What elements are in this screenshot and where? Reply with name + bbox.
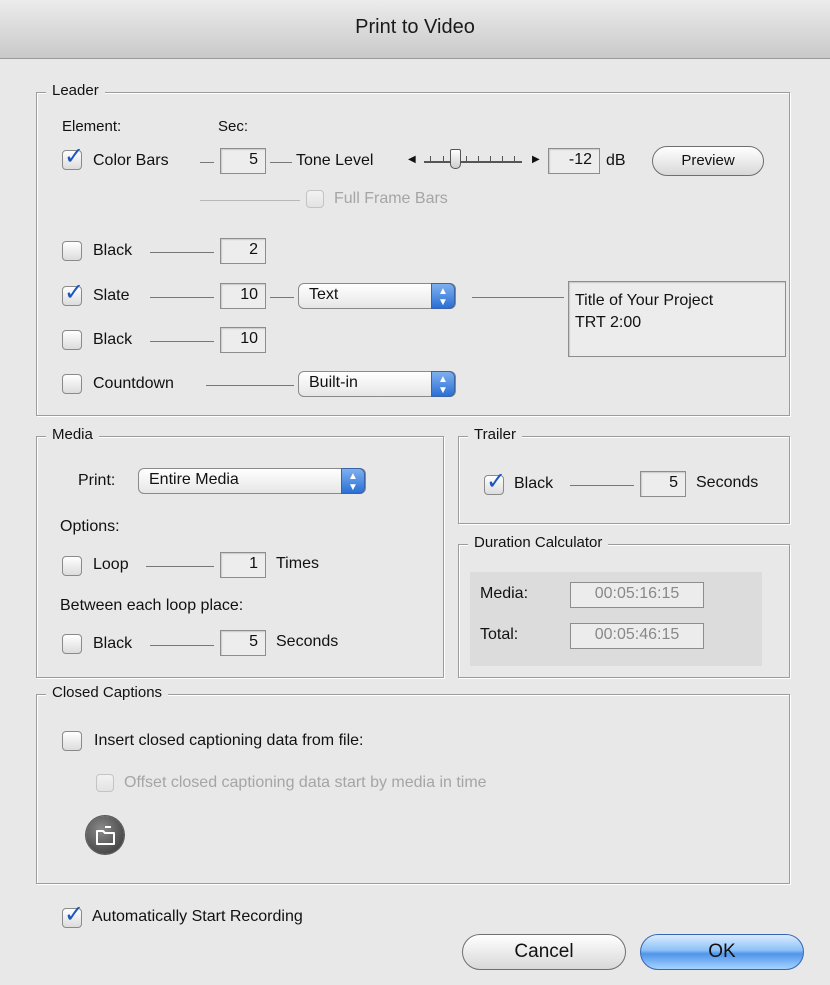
black2-checkbox[interactable] <box>62 330 82 350</box>
connector-line <box>150 252 214 253</box>
ok-button[interactable]: OK <box>640 934 804 970</box>
print-value: Entire Media <box>149 471 239 488</box>
cancel-button[interactable]: Cancel <box>462 934 626 970</box>
connector-line <box>570 485 634 486</box>
connector-line <box>146 566 214 567</box>
offset-captions-label: Offset closed captioning data start by m… <box>124 774 487 791</box>
ok-button-label: OK <box>708 941 736 962</box>
print-popup[interactable]: Entire Media ▲ ▼ <box>138 468 366 494</box>
black1-seconds-field[interactable]: 2 <box>220 238 266 264</box>
trailer-black-label: Black <box>514 475 554 492</box>
tone-level-slider[interactable]: ◀ ▶ <box>408 146 542 176</box>
popup-arrows-icon: ▲ ▼ <box>341 468 365 494</box>
slate-seconds-field[interactable]: 10 <box>220 283 266 309</box>
media-legend: Media <box>46 426 99 443</box>
sec-header: Sec: <box>218 118 249 135</box>
slate-text-line2: TRT 2:00 <box>575 314 642 331</box>
black1-checkbox[interactable] <box>62 241 82 261</box>
loop-label: Loop <box>93 556 129 573</box>
media-black-unit: Seconds <box>276 633 339 650</box>
between-loop-label: Between each loop place: <box>60 597 244 614</box>
media-black-seconds-field[interactable]: 5 <box>220 630 266 656</box>
connector-line <box>200 200 300 201</box>
print-label: Print: <box>78 472 116 489</box>
cancel-button-label: Cancel <box>514 941 574 962</box>
connector-line <box>150 645 214 646</box>
checkmark-icon: ✓ <box>64 143 85 170</box>
slate-label: Slate <box>93 287 130 304</box>
preview-button-label: Preview <box>681 152 735 169</box>
connector-line <box>150 297 214 298</box>
popup-arrows-icon: ▲ ▼ <box>431 283 455 309</box>
checkmark-icon: ✓ <box>64 279 85 306</box>
slider-right-arrow-icon: ▶ <box>532 154 540 165</box>
loop-checkbox[interactable] <box>62 556 82 576</box>
trailer-black-seconds-field[interactable]: 5 <box>640 471 686 497</box>
color-bars-label: Color Bars <box>93 152 169 169</box>
tone-level-label: Tone Level <box>296 152 374 169</box>
duration-total-label: Total: <box>480 626 519 643</box>
loop-times-field[interactable]: 1 <box>220 552 266 578</box>
trailer-black-checkbox[interactable]: ✓ <box>484 470 506 495</box>
tone-level-unit: dB <box>606 152 626 169</box>
slate-source-value: Text <box>309 286 339 303</box>
trailer-black-unit: Seconds <box>696 474 759 491</box>
black1-label: Black <box>93 242 133 259</box>
connector-line <box>270 162 292 163</box>
offset-captions-checkbox[interactable] <box>96 774 114 792</box>
trailer-legend: Trailer <box>468 426 522 443</box>
captions-legend: Closed Captions <box>46 684 169 701</box>
options-label: Options: <box>60 518 120 535</box>
duration-media-field: 00:05:16:15 <box>570 582 704 608</box>
connector-line <box>200 162 214 163</box>
leader-group <box>36 92 790 416</box>
media-black-checkbox[interactable] <box>62 634 82 654</box>
window-title: Print to Video <box>355 16 475 38</box>
slate-source-popup[interactable]: Text ▲ ▼ <box>298 283 456 309</box>
connector-line <box>270 297 294 298</box>
media-black-label: Black <box>93 635 133 652</box>
duration-media-label: Media: <box>480 585 529 602</box>
countdown-checkbox[interactable] <box>62 374 82 394</box>
tone-level-field[interactable]: -12 <box>548 148 600 174</box>
countdown-label: Countdown <box>93 375 174 392</box>
preview-button[interactable]: Preview <box>652 146 764 176</box>
countdown-source-popup[interactable]: Built-in ▲ ▼ <box>298 371 456 397</box>
black2-seconds-field[interactable]: 10 <box>220 327 266 353</box>
checkmark-icon: ✓ <box>486 468 507 495</box>
auto-record-checkbox[interactable]: ✓ <box>62 903 84 928</box>
slider-left-arrow-icon: ◀ <box>408 154 416 165</box>
popup-arrows-icon: ▲ ▼ <box>431 371 455 397</box>
color-bars-checkbox[interactable]: ✓ <box>62 145 84 170</box>
full-frame-bars-checkbox[interactable] <box>306 190 324 208</box>
slate-text-line1: Title of Your Project <box>575 292 714 309</box>
duration-legend: Duration Calculator <box>468 534 609 551</box>
checkmark-icon: ✓ <box>64 901 85 928</box>
slate-text-area[interactable]: Title of Your Project TRT 2:00 <box>568 281 786 357</box>
color-bars-seconds-field[interactable]: 5 <box>220 148 266 174</box>
insert-captions-checkbox[interactable] <box>62 731 82 751</box>
full-frame-bars-label: Full Frame Bars <box>334 190 448 207</box>
connector-line <box>472 297 564 298</box>
auto-record-label: Automatically Start Recording <box>92 908 303 925</box>
insert-captions-label: Insert closed captioning data from file: <box>94 732 364 749</box>
slider-thumb[interactable] <box>450 149 461 169</box>
choose-file-button[interactable] <box>86 816 124 854</box>
duration-total-field: 00:05:46:15 <box>570 623 704 649</box>
leader-legend: Leader <box>46 82 105 99</box>
slate-checkbox[interactable]: ✓ <box>62 281 84 306</box>
connector-line <box>150 341 214 342</box>
element-header: Element: <box>62 118 122 135</box>
countdown-source-value: Built-in <box>309 374 358 391</box>
connector-line <box>206 385 294 386</box>
loop-times-unit: Times <box>276 555 319 572</box>
title-bar: Print to Video <box>0 0 830 59</box>
folder-icon <box>96 826 115 845</box>
black2-label: Black <box>93 331 133 348</box>
